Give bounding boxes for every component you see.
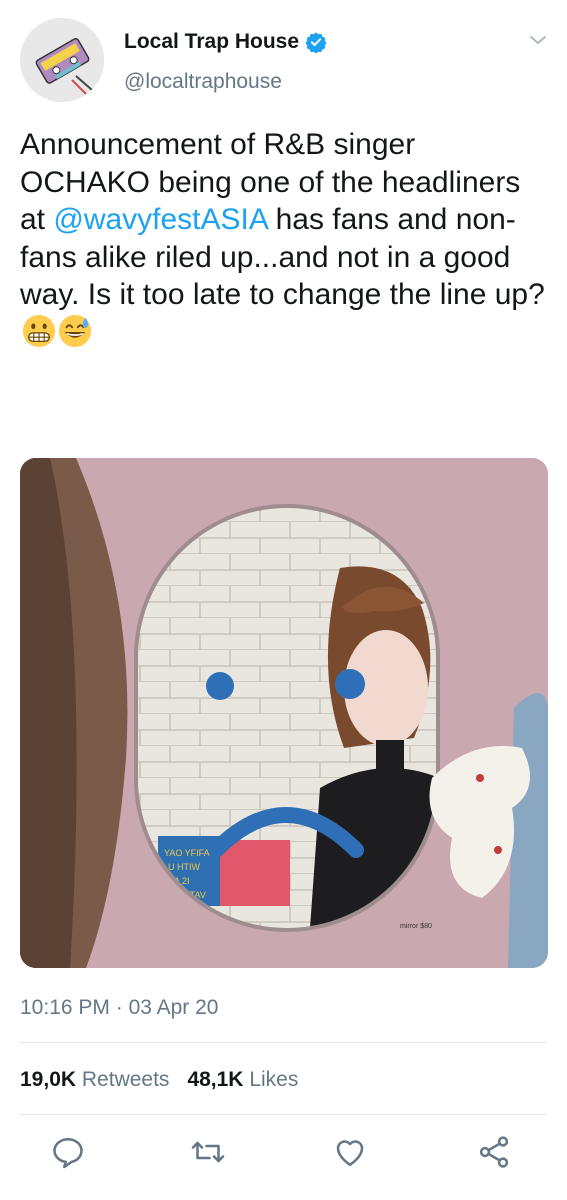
display-name[interactable]: Local Trap House — [124, 30, 299, 54]
tweet-photo[interactable]: YAO YFIFA U HTIW A 2I YOITATAV mirror $8… — [20, 458, 548, 968]
photo-image: YAO YFIFA U HTIW A 2I YOITATAV mirror $8… — [20, 458, 548, 968]
reply-icon[interactable] — [50, 1134, 86, 1170]
retweets-stat[interactable]: 19,0K Retweets — [20, 1068, 169, 1092]
price-tag: mirror $80 — [400, 923, 432, 930]
chevron-down-icon[interactable] — [526, 30, 550, 50]
separator: · — [115, 996, 123, 1019]
retweet-icon[interactable] — [190, 1134, 226, 1170]
grinning-sweat-emoji — [58, 314, 92, 347]
share-icon[interactable] — [476, 1134, 512, 1170]
likes-label: Likes — [249, 1068, 299, 1091]
avatar[interactable] — [20, 18, 104, 102]
grimacing-face-emoji — [22, 314, 56, 347]
tweet-text: Announcement of R&B singer OCHAKO being … — [20, 126, 550, 351]
retweets-count: 19,0K — [20, 1068, 77, 1091]
cassette-logo-icon — [20, 18, 104, 102]
tweet-timestamp[interactable]: 10:16 PM · 03 Apr 20 — [20, 996, 218, 1020]
tweet-date: 03 Apr 20 — [128, 996, 219, 1019]
poster-text: YAO YFIFA — [164, 848, 210, 858]
name-row[interactable]: Local Trap House — [124, 30, 327, 54]
action-bar — [0, 1130, 567, 1180]
verified-badge-icon — [305, 32, 327, 53]
divider — [20, 1042, 547, 1043]
divider — [20, 1114, 547, 1115]
likes-count: 48,1K — [187, 1068, 244, 1091]
heart-icon[interactable] — [332, 1134, 368, 1170]
retweets-label: Retweets — [81, 1068, 170, 1091]
tweet-stats: 19,0K Retweets 48,1K Likes — [20, 1068, 298, 1092]
tweet-time: 10:16 PM — [20, 996, 110, 1019]
likes-stat[interactable]: 48,1K Likes — [187, 1068, 298, 1092]
tweet-header: Local Trap House @localtraphouse — [0, 0, 567, 120]
mention-link[interactable]: @wavyfestASIA — [53, 203, 267, 236]
user-handle[interactable]: @localtraphouse — [124, 70, 282, 94]
svg-text:U HTIW: U HTIW — [168, 862, 200, 872]
